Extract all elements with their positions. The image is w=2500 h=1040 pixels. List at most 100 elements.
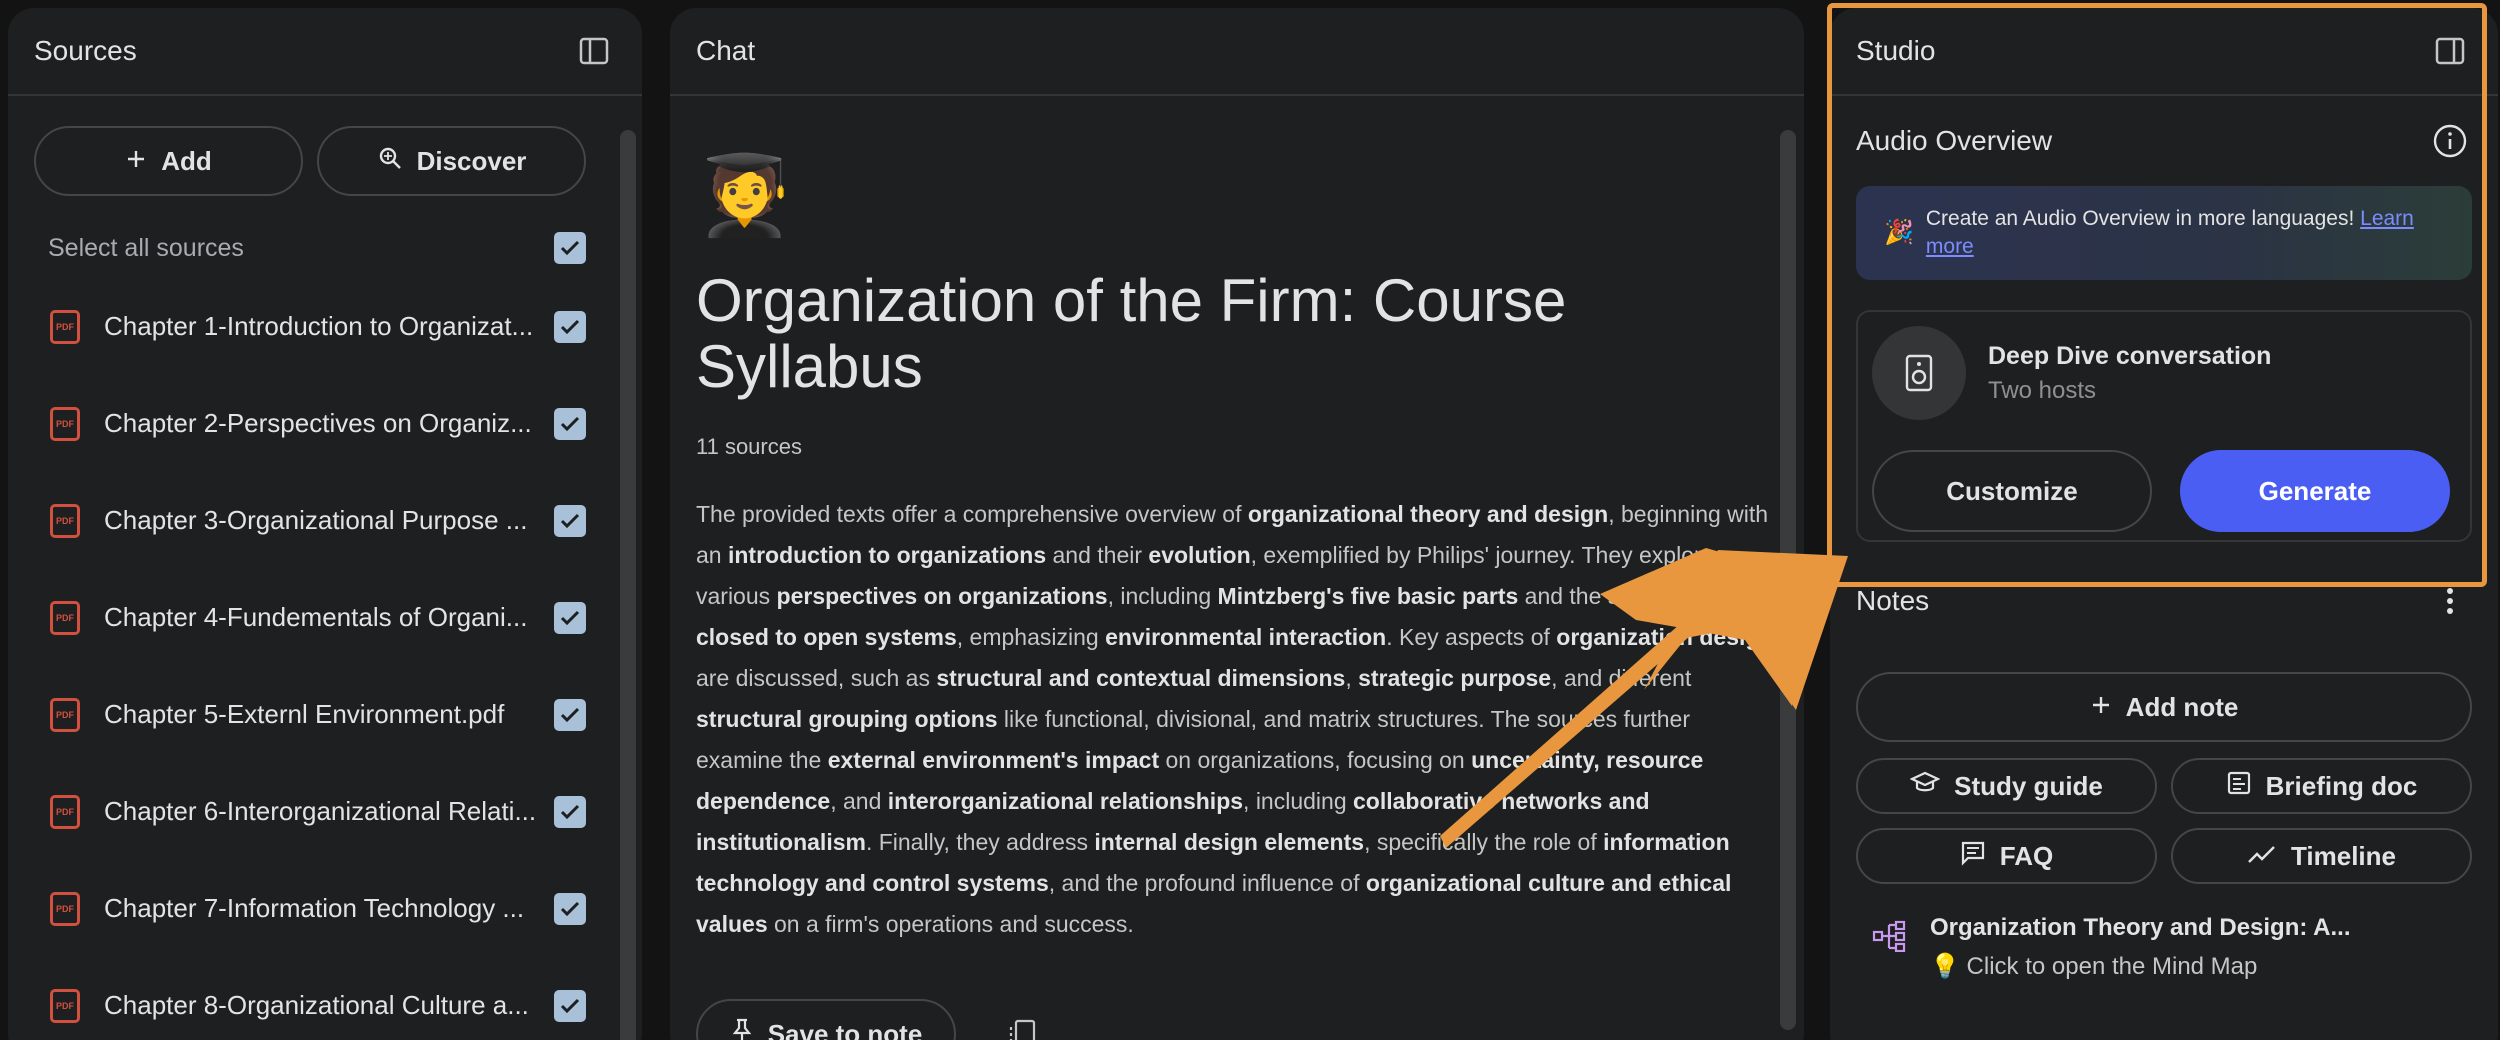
source-item[interactable]: PDF Chapter 1-Introduction to Organizat..… [8,278,642,375]
notebook-summary: The provided texts offer a comprehensive… [696,494,1776,945]
summary-keyword: strategic purpose [1358,665,1552,691]
chat-bubble-icon [1960,840,1986,873]
summary-text: The provided texts offer a comprehensive… [696,501,1248,527]
more-vert-icon[interactable] [2428,579,2472,623]
banner-text: Create an Audio Overview in more languag… [1925,207,2361,230]
customize-button[interactable]: Customize [1872,450,2152,532]
plus-icon [2090,692,2112,723]
source-label: Chapter 3-Organizational Purpose ... [104,505,528,535]
summary-keyword: Mintzberg's five basic parts [1217,583,1519,609]
pin-icon [730,1017,754,1040]
notebook-title: Organization of the Firm: Course Syllabu… [696,267,1567,400]
discover-search-icon [377,145,403,178]
summary-text: , including [1107,583,1218,609]
trending-icon [2247,841,2277,872]
add-source-button[interactable]: Add [34,126,303,196]
generate-button[interactable]: Generate [2180,450,2450,532]
document-icon [2226,770,2252,803]
summary-keyword: interorganizational relationships [887,788,1244,814]
study-guide-label: Study guide [1954,770,2103,801]
save-to-note-label: Save to note [767,1018,923,1040]
timeline-button[interactable]: Timeline [2171,828,2472,884]
sources-scrollbar[interactable] [620,130,636,1040]
save-to-note-button[interactable]: Save to note [696,999,956,1040]
source-item[interactable]: PDF Chapter 7-Information Technology ... [8,860,642,957]
source-item[interactable]: PDF Chapter 4-Fundementals of Organi... [8,569,642,666]
mind-map-icon [1872,920,1908,957]
source-checkbox[interactable] [554,407,586,440]
source-label: Chapter 8-Organizational Culture a... [104,990,529,1020]
summary-text: and their [1046,542,1149,568]
deep-dive-subtitle: Two hosts [1988,376,2097,404]
sources-panel: Sources Add Discover Select all sources … [8,8,642,1040]
graduation-cap-icon [1909,771,1941,802]
source-checkbox[interactable] [554,504,586,537]
summary-text: , [1345,665,1359,691]
notes-heading: Notes [1856,585,1930,616]
select-all-label: Select all sources [48,233,244,262]
notebook-emoji: 🧑‍🎓 [696,151,794,239]
pdf-icon: PDF [50,406,80,441]
chat-header: Chat [670,8,1804,96]
deep-dive-title: Deep Dive conversation [1988,341,2272,370]
select-all-checkbox[interactable] [554,232,586,264]
sources-header: Sources [8,8,642,96]
summary-text: , and the profound influence of [1048,870,1366,896]
copy-icon[interactable] [1000,1012,1044,1040]
source-checkbox[interactable] [554,795,586,828]
source-item[interactable]: PDF Chapter 6-Interorganizational Relati.… [8,763,642,860]
summary-text: and the shift from [1518,583,1703,609]
party-icon: 🎉 [1884,219,1914,246]
chat-panel: Chat 🧑‍🎓 Organization of the Firm: Cours… [670,8,1804,1040]
summary-text: are discussed, such as [696,665,937,691]
summary-text: , and different [1551,665,1692,691]
summary-text: , and [830,788,888,814]
study-guide-button[interactable]: Study guide [1856,758,2157,814]
briefing-doc-label: Briefing doc [2265,770,2418,801]
languages-banner: 🎉 Create an Audio Overview in more langu… [1856,186,2472,280]
audio-overview-heading: Audio Overview [1856,125,2053,156]
summary-text: on a firm's operations and success. [767,911,1134,937]
summary-text: , including [1243,788,1354,814]
source-count: 11 sources [696,434,802,459]
briefing-doc-button[interactable]: Briefing doc [2171,758,2472,814]
source-item[interactable]: PDF Chapter 3-Organizational Purpose ... [8,472,642,569]
discover-button[interactable]: Discover [317,126,586,196]
source-checkbox[interactable] [554,310,586,343]
collapse-panel-icon[interactable] [2428,29,2472,73]
info-icon[interactable] [2428,119,2472,163]
summary-text: on organizations, focusing on [1159,747,1472,773]
source-label: Chapter 5-Externl Environment.pdf [104,699,505,729]
summary-keyword: evolution [1148,542,1251,568]
checkmark-icon [560,901,580,916]
checkmark-icon [560,998,580,1013]
pdf-icon: PDF [50,600,80,635]
faq-label: FAQ [1999,840,2054,871]
source-label: Chapter 4-Fundementals of Organi... [104,602,528,632]
summary-keyword: internal design elements [1094,829,1365,855]
plus-icon [125,146,147,177]
mind-map-note[interactable]: Organization Theory and Design: A... 💡 C… [1872,914,2472,981]
summary-keyword: structural and contextual dimensions [936,665,1346,691]
summary-text: , specifically the role of [1364,829,1604,855]
add-note-button[interactable]: Add note [1856,672,2472,742]
source-item[interactable]: PDF Chapter 8-Organizational Culture a... [8,957,642,1040]
summary-keyword: environmental interaction [1105,624,1387,650]
studio-title: Studio [1856,35,1936,66]
source-checkbox[interactable] [554,601,586,634]
checkmark-icon [560,416,580,431]
source-label: Chapter 6-Interorganizational Relati... [104,796,537,826]
pdf-icon: PDF [50,503,80,538]
summary-keyword: structural grouping options [696,706,998,732]
source-checkbox[interactable] [554,989,586,1022]
speaker-icon [1872,326,1966,420]
source-checkbox[interactable] [554,698,586,731]
source-item[interactable]: PDF Chapter 5-Externl Environment.pdf [8,666,642,763]
checkmark-icon [560,610,580,625]
chat-title: Chat [696,35,756,66]
collapse-panel-icon[interactable] [572,29,616,73]
source-checkbox[interactable] [554,892,586,925]
source-item[interactable]: PDF Chapter 2-Perspectives on Organiz... [8,375,642,472]
chat-scrollbar[interactable] [1780,130,1796,1030]
faq-button[interactable]: FAQ [1856,828,2157,884]
